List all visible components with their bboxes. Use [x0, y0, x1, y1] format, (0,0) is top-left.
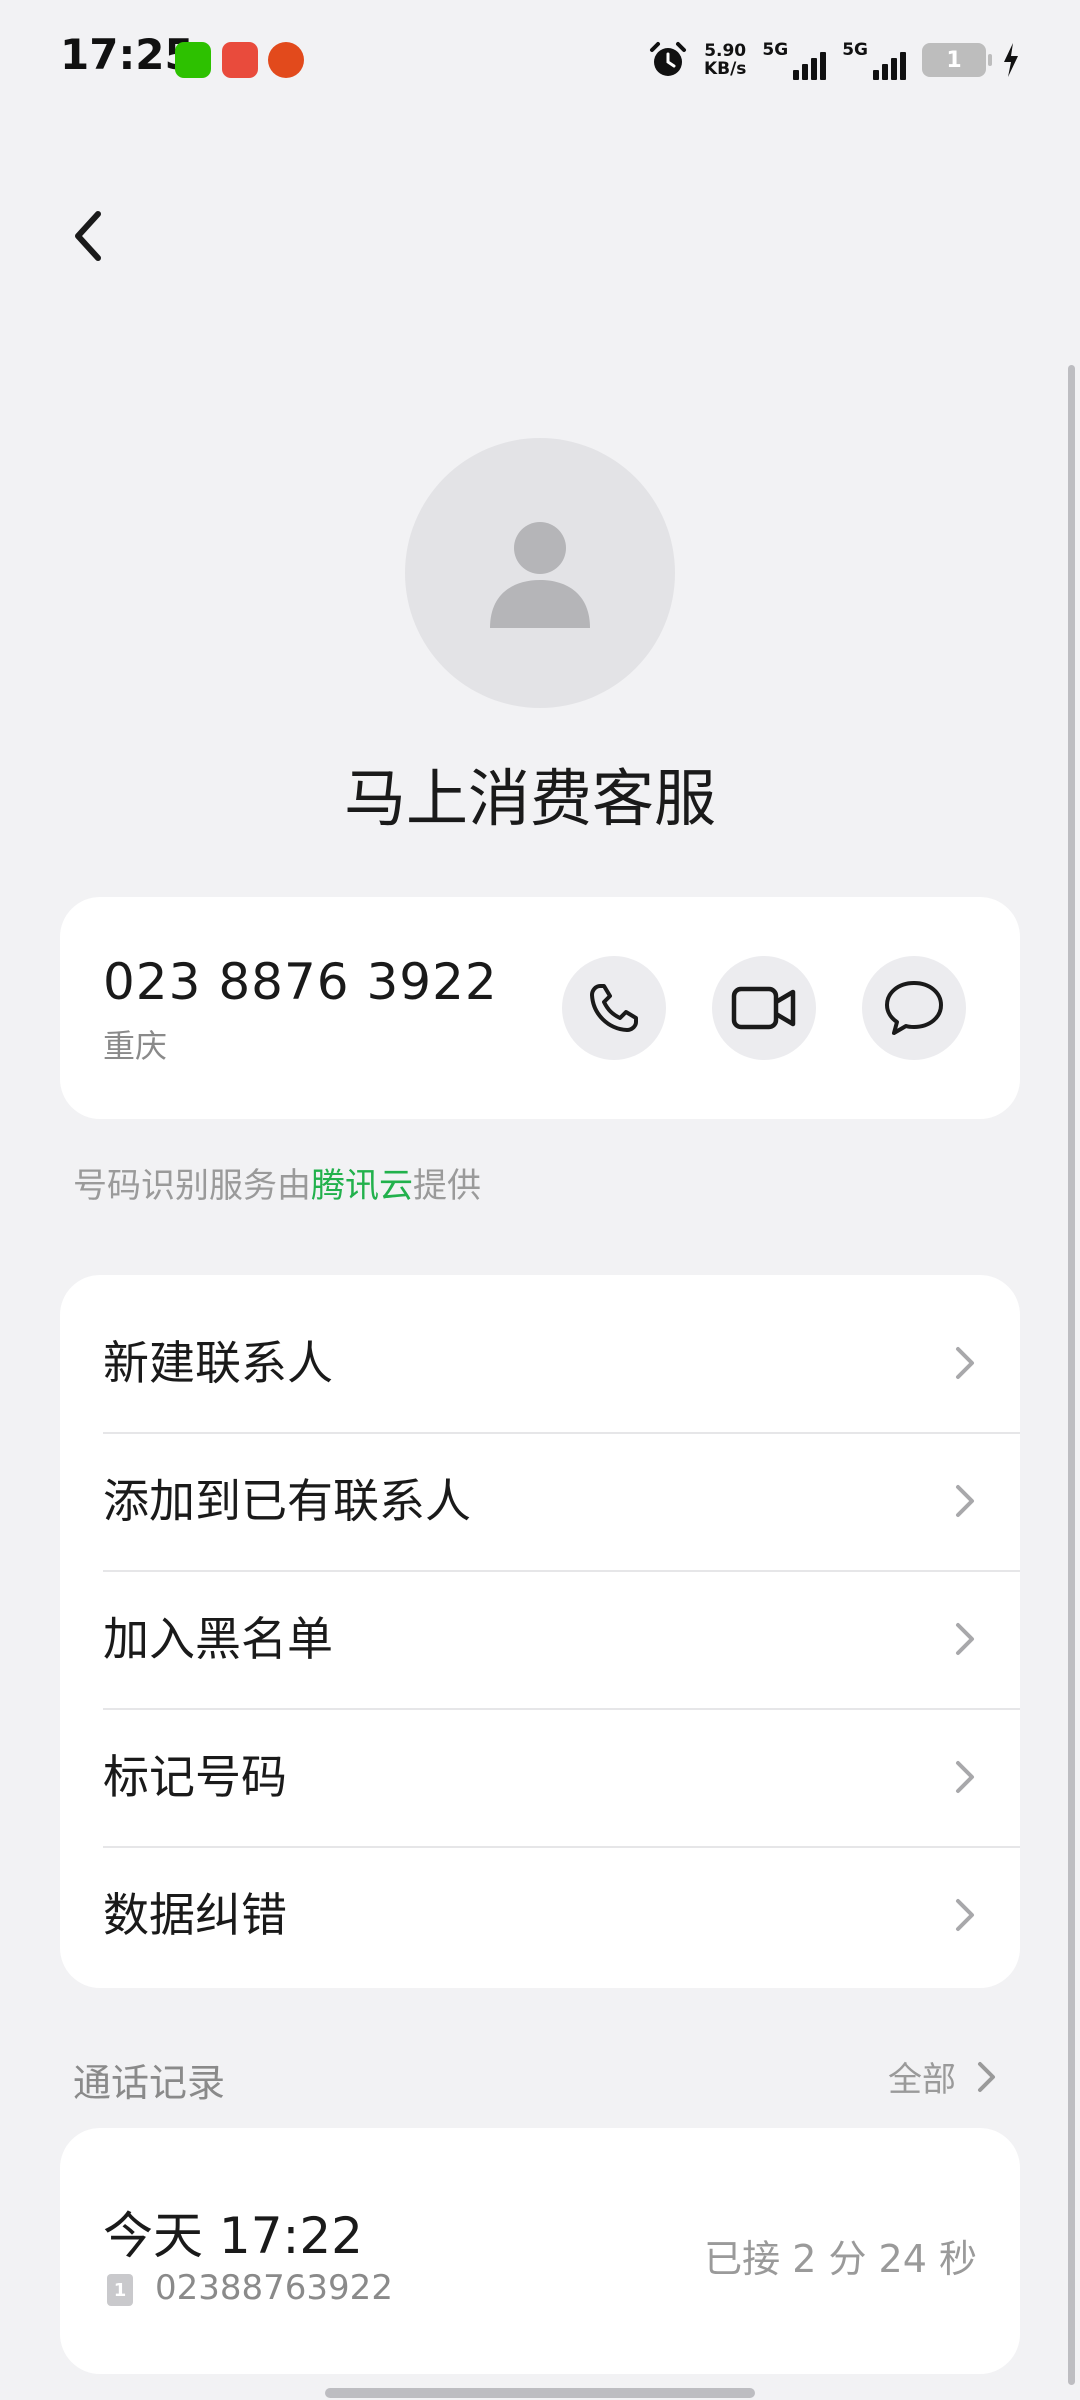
sim1-signal: 5G [762, 40, 827, 80]
chevron-right-icon [956, 1485, 974, 1517]
provider-link[interactable]: 腾讯云 [311, 1166, 413, 1206]
signal-bar [891, 58, 897, 80]
chevron-left-icon [75, 211, 101, 261]
sim-card-icon: 1 [107, 2274, 133, 2306]
menu-item-report-error[interactable]: 数据纠错 [60, 1847, 1020, 1984]
charging-icon [1004, 43, 1018, 77]
network-speed-unit: KB/s [703, 59, 747, 79]
signal-bar [793, 70, 800, 80]
actions-menu: 新建联系人 添加到已有联系人 加入黑名单 标记号码 数据纠错 [60, 1275, 1020, 1988]
menu-item-mark-number[interactable]: 标记号码 [60, 1709, 1020, 1846]
signal-bar [820, 52, 827, 80]
toutiao-icon [222, 42, 258, 78]
contact-name: 马上消费客服 [343, 762, 716, 835]
network-speed-value: 5.90 [704, 41, 747, 61]
menu-item-label: 标记号码 [103, 1750, 287, 1804]
chevron-right-icon [956, 1899, 974, 1931]
person-icon [490, 522, 590, 628]
call-log-title: 通话记录 [73, 2061, 226, 2105]
call-log-entry[interactable]: 今天 17:22 1 02388763922 已接 2 分 24 秒 [60, 2128, 1020, 2374]
message-button[interactable] [862, 956, 966, 1060]
battery-icon: 1 [922, 43, 992, 77]
status-time: 17:25 [60, 30, 194, 79]
signal-bar [882, 64, 888, 80]
alarm-icon [649, 42, 686, 76]
network-speed: 5.90 KB/s [704, 42, 746, 78]
provider-note-suffix: 提供 [413, 1166, 481, 1206]
signal-bar [811, 58, 818, 80]
sim2-signal: 5G [842, 40, 906, 80]
call-time: 今天 17:22 [103, 2207, 363, 2265]
provider-note-prefix: 号码识别服务由 [73, 1166, 311, 1206]
chevron-right-icon [956, 1623, 974, 1655]
sim1-network-type: 5G [762, 40, 789, 60]
video-call-button[interactable] [712, 956, 816, 1060]
call-duration: 已接 2 分 24 秒 [704, 2237, 977, 2281]
chat-bubble-icon [885, 981, 943, 1035]
provider-note: 号码识别服务由腾讯云提供 [73, 1158, 481, 1207]
phone-location: 重庆 [103, 1027, 168, 1065]
menu-item-label: 添加到已有联系人 [103, 1474, 471, 1528]
chevron-right-icon [978, 2061, 995, 2092]
call-log-view-all-label: 全部 [888, 2060, 956, 2100]
home-indicator[interactable] [325, 2388, 755, 2398]
menu-item-add-to-existing[interactable]: 添加到已有联系人 [60, 1433, 1020, 1570]
call-button[interactable] [562, 956, 666, 1060]
phone-card: 023 8876 3922 重庆 [60, 897, 1020, 1119]
signal-bar [873, 70, 879, 80]
menu-item-label: 数据纠错 [103, 1888, 287, 1942]
red-envelope-icon [268, 42, 304, 78]
phone-icon [590, 984, 638, 1032]
menu-item-new-contact[interactable]: 新建联系人 [60, 1295, 1020, 1432]
sim2-network-type: 5G [842, 40, 868, 60]
menu-item-label: 加入黑名单 [103, 1612, 333, 1666]
contact-avatar [405, 438, 675, 708]
battery-level: 1 [946, 47, 962, 73]
phone-number[interactable]: 023 8876 3922 [103, 953, 498, 1011]
signal-bar [900, 52, 906, 80]
call-sim-slot: 1 [113, 2279, 127, 2301]
back-button[interactable] [58, 206, 118, 266]
signal-bar [802, 64, 809, 80]
call-log-view-all[interactable]: 全部 [888, 2052, 1000, 2101]
menu-item-block[interactable]: 加入黑名单 [60, 1571, 1020, 1708]
scrollbar[interactable] [1068, 365, 1075, 2385]
call-number: 02388763922 [155, 2268, 393, 2308]
chevron-right-icon [956, 1761, 974, 1793]
wechat-icon [175, 42, 211, 78]
status-right-group: 5.90 KB/s 5G 5G 1 [648, 36, 1020, 84]
status-bar: 17:25 5.90 KB/s 5G 5G 1 [0, 0, 1080, 120]
chevron-right-icon [956, 1347, 974, 1379]
menu-item-label: 新建联系人 [103, 1336, 333, 1390]
video-camera-icon [731, 986, 796, 1030]
